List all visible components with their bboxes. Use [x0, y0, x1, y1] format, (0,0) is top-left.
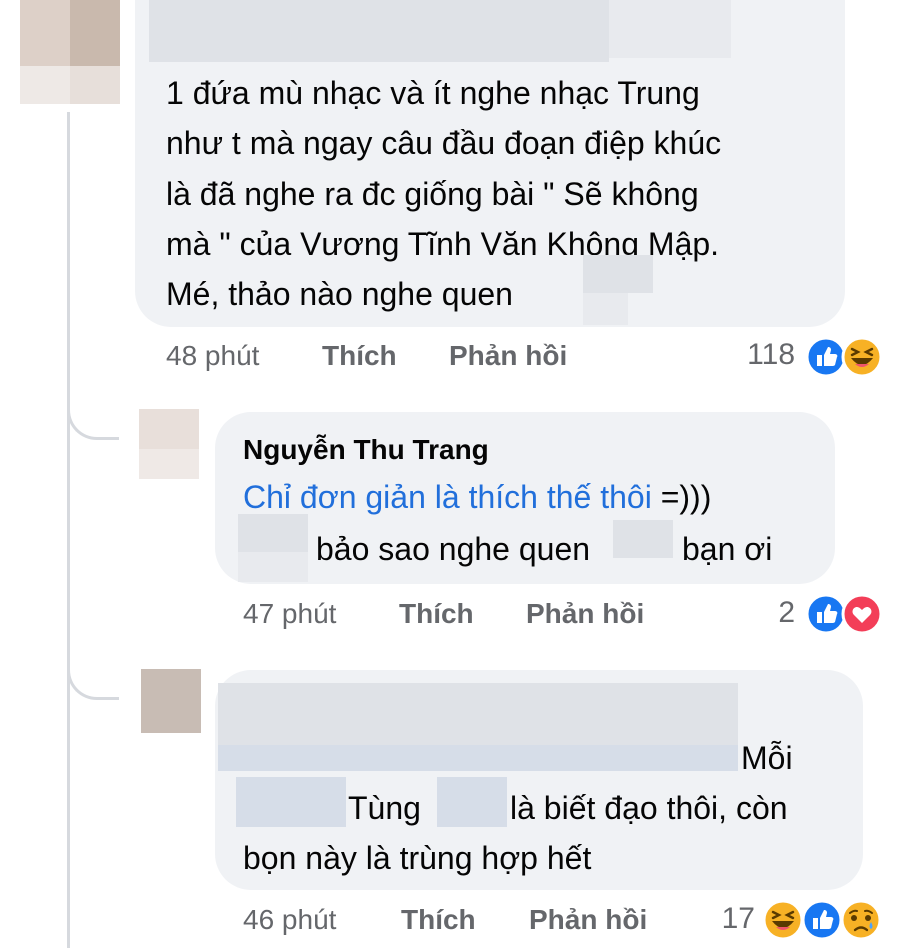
- like-button[interactable]: Thích: [401, 904, 476, 936]
- blurred-text: [238, 514, 308, 552]
- comment-actions: 46 phút Thích Phản hồi: [243, 904, 683, 938]
- comment-actions: 47 phút Thích Phản hồi: [243, 598, 683, 632]
- thread-line: [67, 112, 70, 948]
- blurred-author-name: [149, 0, 609, 62]
- timestamp[interactable]: 47 phút: [243, 598, 336, 630]
- avatar[interactable]: [139, 409, 199, 479]
- reply-connector: [67, 400, 119, 440]
- reply-button[interactable]: Phản hồi: [526, 598, 644, 630]
- comment-text-line: Mỗi: [741, 740, 793, 776]
- reply-button[interactable]: Phản hồi: [449, 340, 567, 372]
- avatar[interactable]: [141, 669, 201, 733]
- haha-icon: [762, 899, 804, 941]
- like-button[interactable]: Thích: [399, 598, 474, 630]
- comment-actions: 48 phút Thích Phản hồi: [166, 340, 586, 374]
- comment-text-line: bạn ơi: [682, 531, 773, 567]
- comment-text-line: bảo sao nghe quen: [316, 531, 591, 567]
- comment-text-line: là biết đạo thôi, còn: [510, 790, 788, 826]
- reaction-count[interactable]: 2: [760, 596, 795, 630]
- timestamp[interactable]: 46 phút: [243, 904, 336, 936]
- blurred-text: [583, 255, 653, 293]
- comment-text-line: Chỉ đơn giản là thích thế thôi =))): [243, 479, 712, 515]
- reply-button[interactable]: Phản hồi: [529, 904, 647, 936]
- love-icon: [841, 593, 883, 635]
- sad-icon: [840, 899, 882, 941]
- comment-text-line: Tùng: [348, 790, 421, 826]
- blurred-text: [613, 520, 673, 558]
- reply-connector: [67, 660, 119, 700]
- comment-author[interactable]: Nguyễn Thu Trang: [243, 434, 489, 466]
- comment-text-line: 1 đứa mù nhạc và ít nghe nhạc Trung: [166, 75, 700, 111]
- like-button[interactable]: Thích: [322, 340, 397, 372]
- haha-icon: [841, 336, 883, 378]
- comment-text-line: Mé, thảo nào nghe quen: [166, 276, 513, 312]
- blurred-text: [236, 777, 346, 827]
- reaction-summary[interactable]: [805, 336, 885, 378]
- reaction-count[interactable]: 118: [720, 338, 795, 372]
- blurred-text: [437, 777, 507, 827]
- like-icon: [801, 899, 843, 941]
- comment-text-line: bọn này là trùng hợp hết: [243, 840, 592, 876]
- linked-text[interactable]: Chỉ đơn giản là thích thế thôi: [243, 479, 652, 515]
- reaction-summary[interactable]: [762, 899, 886, 941]
- reaction-count[interactable]: 17: [715, 902, 755, 936]
- comment-text-line: như t mà ngay câu đầu đoạn điệp khúc: [166, 125, 722, 161]
- avatar[interactable]: [20, 0, 120, 104]
- reaction-summary[interactable]: [805, 593, 885, 635]
- comment-text-line: là đã nghe ra đc giống bài " Sẽ không: [166, 176, 699, 212]
- timestamp[interactable]: 48 phút: [166, 340, 259, 372]
